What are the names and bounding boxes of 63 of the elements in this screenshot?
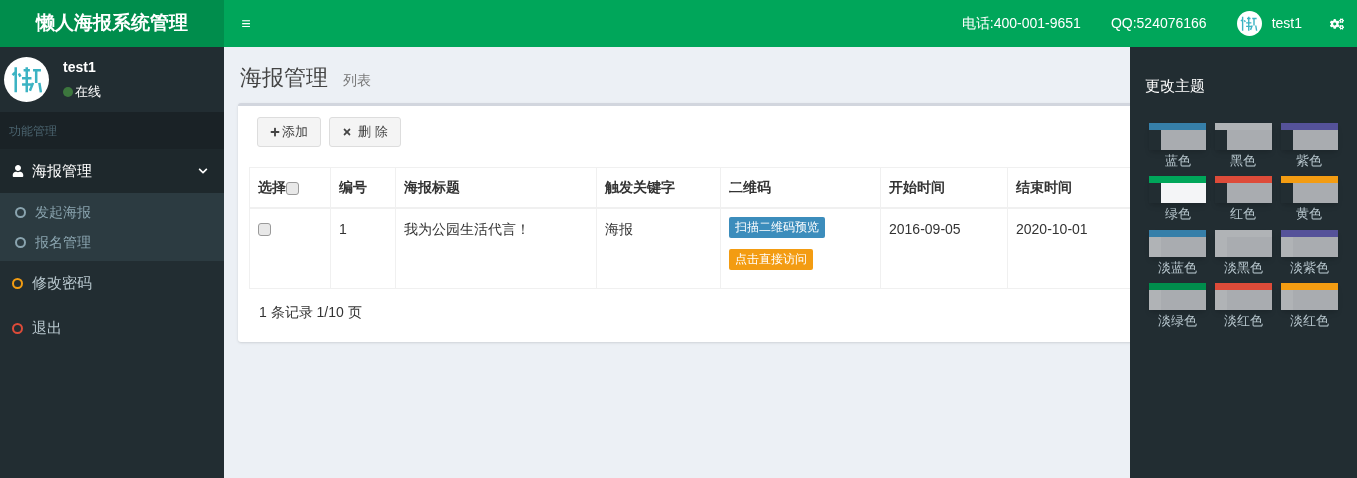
theme-option[interactable]: 淡绿色 [1150, 283, 1206, 331]
settings-icon[interactable] [1330, 16, 1344, 31]
label-button[interactable]: 扫描二维码预览 [729, 216, 825, 238]
theme-swatch [1215, 283, 1272, 310]
theme-option[interactable]: 紫色 [1281, 122, 1337, 170]
theme-option[interactable]: 绿色 [1150, 176, 1206, 224]
table-cell: 海报 [605, 220, 633, 237]
theme-swatch [1215, 229, 1272, 257]
table-cell: 2020-10-01 [1016, 220, 1088, 237]
user-name: test1 [63, 58, 97, 78]
chevron-icon [198, 166, 208, 176]
pagination-info: 1 条记录 1/10 页 [259, 304, 362, 320]
checkbox[interactable] [286, 181, 299, 195]
submenu-item[interactable]: 发起海报 [0, 197, 224, 227]
table-cell: 1 [339, 220, 347, 237]
user-status: 在线 [75, 83, 101, 102]
page-subtitle: 列表 [343, 71, 371, 90]
checkbox[interactable] [258, 223, 271, 237]
theme-swatch [1280, 122, 1338, 150]
sidebar-item[interactable]: 修改密码 [0, 261, 224, 306]
theme-option[interactable]: 淡黑色 [1215, 229, 1272, 277]
column-header: 海报标题 [404, 178, 460, 195]
close-icon [342, 127, 352, 137]
theme-option[interactable]: 淡紫色 [1281, 229, 1337, 277]
section-header: 功能管理 [9, 122, 57, 140]
panel-title: 更改主题 [1145, 76, 1206, 96]
theme-swatch [1280, 229, 1338, 257]
sidebar-item[interactable]: 海报管理 [0, 149, 224, 193]
theme-swatch [1215, 122, 1272, 150]
plus-icon [270, 127, 280, 137]
theme-option[interactable]: 淡红色 [1281, 283, 1337, 331]
theme-swatch [1149, 283, 1207, 310]
column-header: 开始时间 [889, 178, 945, 195]
theme-option[interactable]: 红色 [1215, 176, 1272, 224]
theme-option[interactable]: 蓝色 [1150, 122, 1206, 170]
theme-option[interactable]: 黑色 [1215, 122, 1272, 170]
user-avatar [4, 57, 49, 102]
user-avatar [1236, 11, 1262, 36]
theme-swatch [1280, 176, 1338, 203]
theme-swatch [1215, 176, 1272, 203]
sidebar-item[interactable]: 退出 [0, 306, 224, 351]
theme-option[interactable]: 淡红色 [1215, 283, 1272, 331]
qq-number: QQ:524076166 [1110, 14, 1207, 33]
theme-swatch [1149, 122, 1207, 150]
user-icon [12, 165, 24, 177]
page-title: 海报管理 [240, 64, 328, 92]
column-header: 二维码 [729, 178, 771, 195]
app-logo[interactable]: 懒人海报系统管理 [0, 0, 224, 47]
theme-swatch [1149, 229, 1207, 257]
theme-option[interactable]: 黄色 [1281, 176, 1337, 224]
column-header: 结束时间 [1016, 178, 1072, 195]
theme-swatch [1149, 176, 1207, 203]
column-header: 选择 [258, 178, 286, 195]
theme-option[interactable]: 淡蓝色 [1150, 229, 1206, 277]
column-header: 触发关键字 [605, 178, 675, 195]
column-header: 编号 [339, 178, 367, 195]
submenu-item[interactable]: 报名管理 [0, 227, 224, 257]
table-cell: 我为公园生活代言！ [404, 220, 530, 237]
delete-button[interactable]: 删 除 [329, 117, 401, 147]
add-button[interactable]: 添加 [257, 117, 321, 147]
phone-number: 电话:400-001-9651 [961, 14, 1081, 33]
table-cell: 2016-09-05 [889, 220, 961, 237]
theme-swatch [1280, 283, 1338, 310]
